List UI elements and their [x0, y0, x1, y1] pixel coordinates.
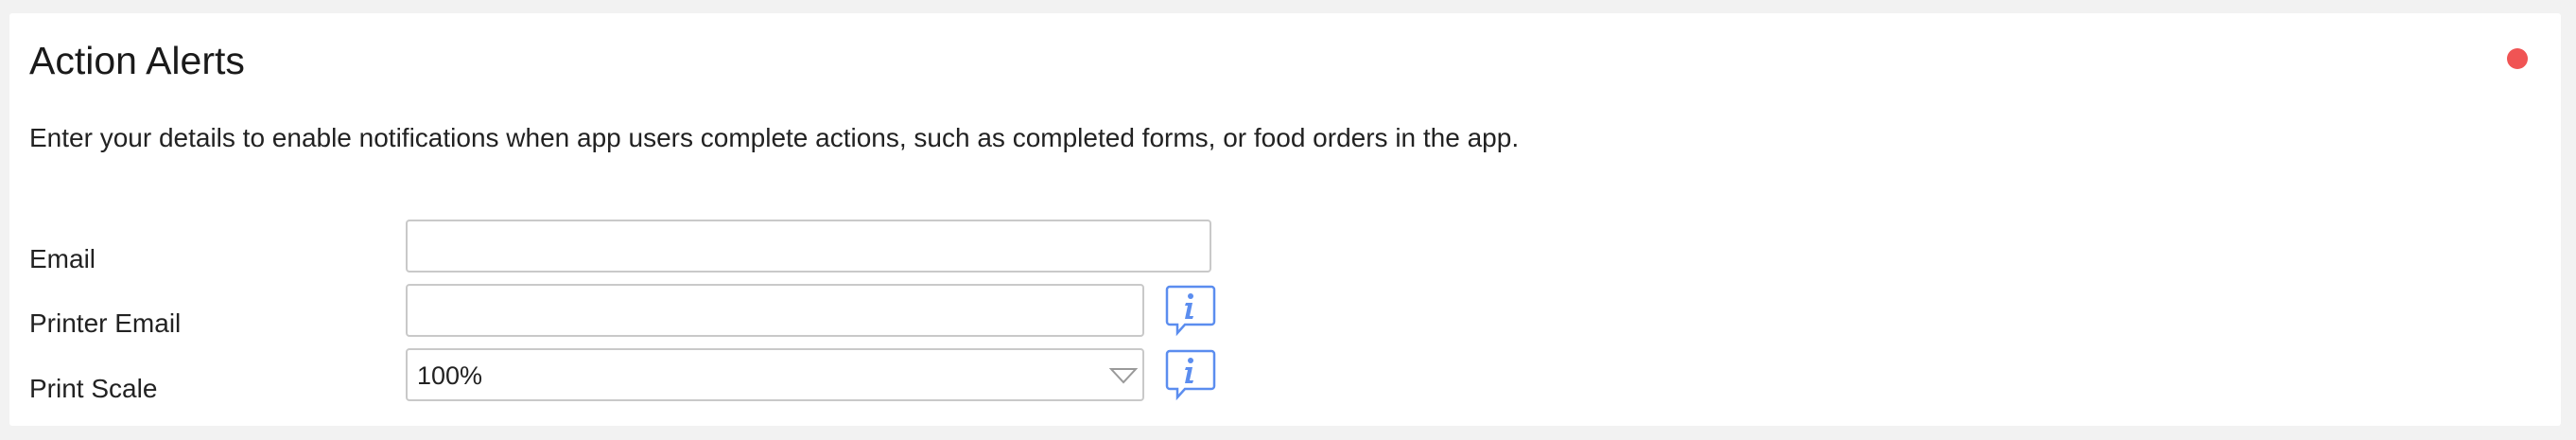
print-scale-info-button[interactable] — [1164, 348, 1217, 401]
chevron-down-icon — [1109, 368, 1138, 384]
action-alerts-panel: Action Alerts Enter your details to enab… — [9, 13, 2561, 426]
email-input[interactable] — [406, 220, 1211, 273]
info-icon — [1165, 349, 1216, 401]
panel-description: Enter your details to enable notificatio… — [29, 123, 1520, 152]
info-icon — [1165, 285, 1216, 337]
email-label: Email — [29, 244, 96, 273]
print-scale-select[interactable]: 100% — [406, 348, 1144, 401]
print-scale-label: Print Scale — [29, 374, 158, 403]
printer-email-input[interactable] — [406, 284, 1144, 337]
printer-email-info-button[interactable] — [1164, 284, 1217, 337]
print-scale-selected-value: 100% — [417, 361, 483, 390]
panel-title: Action Alerts — [29, 39, 245, 82]
printer-email-label: Printer Email — [29, 308, 182, 338]
status-indicator — [2507, 48, 2528, 69]
